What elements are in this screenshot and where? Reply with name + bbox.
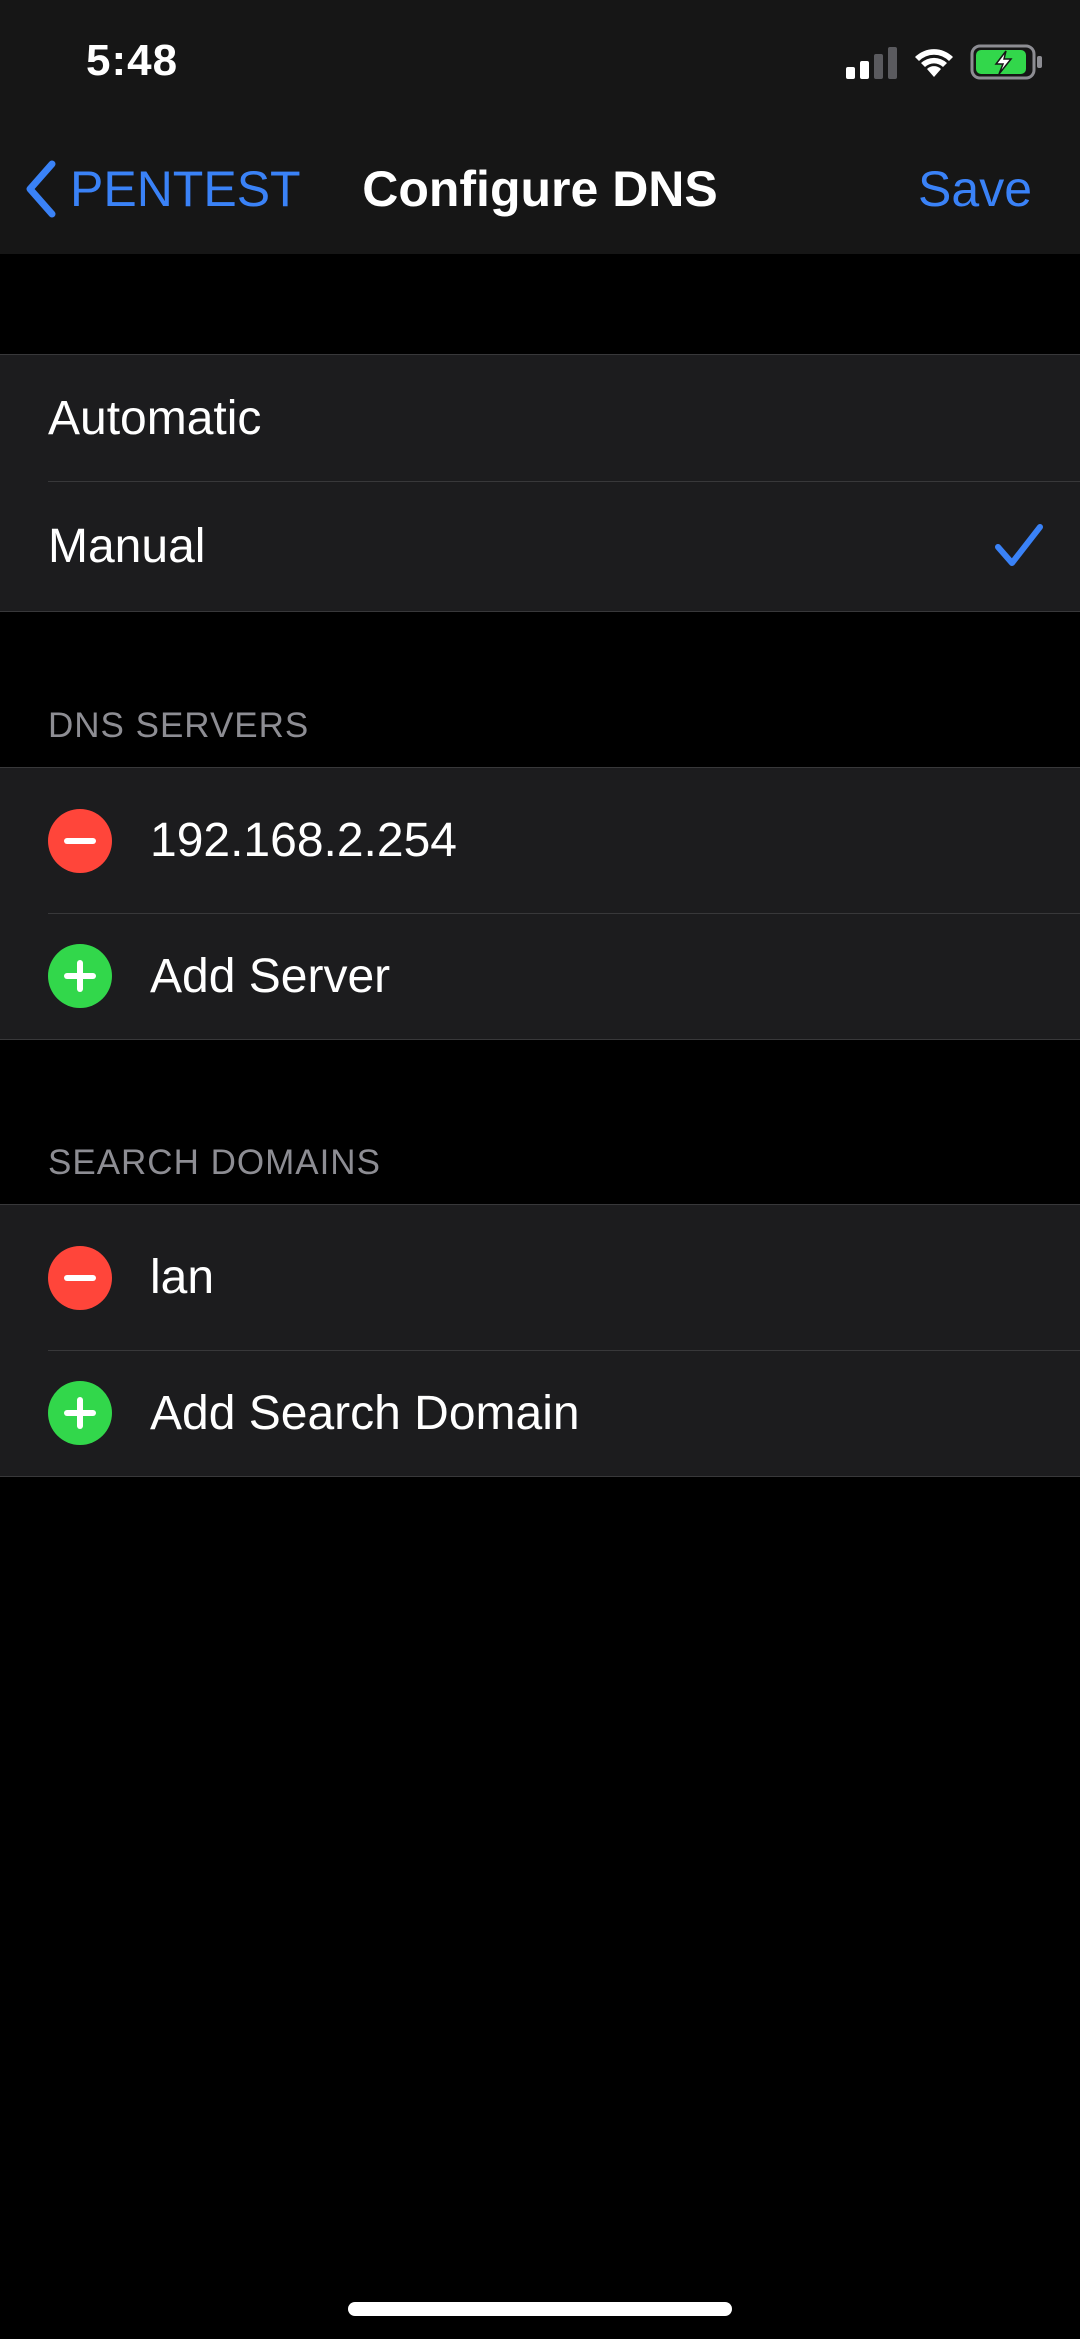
add-search-domain-button[interactable] <box>48 1381 112 1445</box>
mode-option-label: Automatic <box>48 391 262 445</box>
battery-charging-icon <box>970 44 1042 80</box>
search-domain-row: lan <box>0 1205 1080 1350</box>
add-server-row[interactable]: Add Server <box>0 913 1080 1039</box>
back-button-label: PENTEST <box>70 161 301 217</box>
dns-server-value[interactable]: 192.168.2.254 <box>112 813 457 868</box>
dns-mode-group: Automatic Manual <box>0 354 1080 612</box>
status-time: 5:48 <box>86 36 179 85</box>
checkmark-icon <box>995 524 1043 566</box>
mode-option-automatic[interactable]: Automatic <box>0 355 1080 481</box>
save-button[interactable]: Save <box>918 160 1032 218</box>
add-search-domain-row[interactable]: Add Search Domain <box>0 1350 1080 1476</box>
add-server-button[interactable] <box>48 944 112 1008</box>
add-search-domain-label: Add Search Domain <box>150 1386 580 1440</box>
minus-icon <box>64 1274 96 1281</box>
search-domain-value[interactable]: lan <box>112 1250 214 1305</box>
minus-icon <box>64 837 96 844</box>
mode-option-label: Manual <box>48 519 206 573</box>
remove-dns-server-button[interactable] <box>48 808 112 873</box>
dns-servers-group: 192.168.2.254 Add Server <box>0 767 1080 1040</box>
remove-search-domain-button[interactable] <box>48 1245 112 1310</box>
mode-option-manual[interactable]: Manual <box>0 481 1080 611</box>
search-domains-group: lan Add Search Domain <box>0 1204 1080 1477</box>
section-header-search-domains: SEARCH DOMAINS <box>48 1143 381 1182</box>
wifi-icon <box>915 49 953 77</box>
cellular-signal-icon <box>846 47 897 79</box>
section-header-dns-servers: DNS SERVERS <box>48 706 310 745</box>
status-icons <box>846 44 1044 80</box>
add-server-label: Add Server <box>150 949 391 1003</box>
home-indicator[interactable] <box>348 2302 732 2316</box>
chevron-left-icon <box>26 160 56 218</box>
dns-server-row: 192.168.2.254 <box>0 768 1080 913</box>
navigation-bar: 5:48 PENTEST Configure DNS Save <box>0 0 1080 254</box>
back-button[interactable]: PENTEST <box>24 160 301 218</box>
